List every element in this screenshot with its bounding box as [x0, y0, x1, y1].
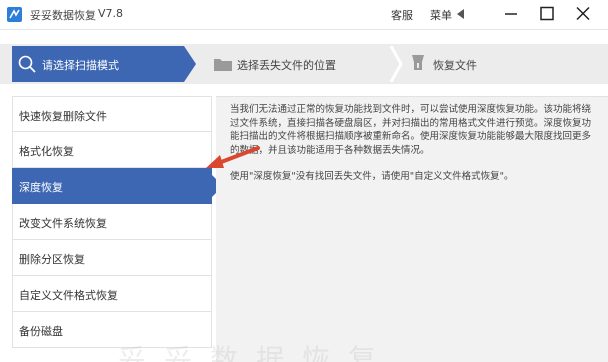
menu-arrow-icon[interactable] — [457, 9, 464, 19]
menu-item-label: 自定义文件格式恢复 — [19, 289, 118, 302]
description-text: 当我们无法通过正常的恢复功能找到文件时，可以尝试使用深度恢复功能。该功能将绕过文… — [230, 104, 592, 156]
menu-item-label: 格式化恢复 — [19, 145, 74, 158]
annotation-arrow-icon — [206, 146, 260, 168]
minimize-button[interactable] — [500, 4, 522, 24]
step-separator-icon — [389, 46, 403, 82]
service-button[interactable]: 客服 — [391, 7, 413, 23]
maximize-button[interactable] — [536, 4, 558, 24]
step-arrow — [184, 46, 196, 82]
menu-item-label: 深度恢复 — [19, 181, 63, 194]
menu-item-deep-recovery[interactable]: 深度恢复 — [12, 168, 223, 204]
close-button[interactable] — [572, 4, 594, 24]
menu-item-label: 备份磁盘 — [19, 325, 63, 338]
menu-item-custom-format-recovery[interactable]: 自定义文件格式恢复 — [12, 276, 212, 312]
app-window: 妥妥数据恢复 V7.8 客服 菜单 请选择扫描模式 选择丢失文件的位置 恢复文件… — [0, 0, 608, 362]
menu-item-label: 删除分区恢复 — [19, 253, 85, 266]
step-1-label: 请选择扫描模式 — [42, 59, 119, 72]
menu-item-label: 改变文件系统恢复 — [19, 217, 107, 230]
menu-item-label: 快速恢复删除文件 — [19, 110, 107, 123]
menu-item-format-recovery[interactable]: 格式化恢复 — [12, 132, 212, 168]
step-3-label: 恢复文件 — [433, 59, 477, 72]
menu-item-partition-recovery[interactable]: 删除分区恢复 — [12, 240, 212, 276]
app-title: 妥妥数据恢复 — [30, 9, 96, 22]
folder-icon — [214, 59, 232, 71]
menu-item-filesystem-recovery[interactable]: 改变文件系统恢复 — [12, 204, 212, 240]
app-version: V7.8 — [98, 7, 124, 20]
maximize-icon — [540, 6, 554, 21]
step-2-label: 选择丢失文件的位置 — [237, 59, 336, 72]
description-panel: 当我们无法通过正常的恢复功能找到文件时，可以尝试使用深度恢复功能。该功能将绕过文… — [216, 96, 608, 362]
menu-button[interactable]: 菜单 — [430, 7, 452, 23]
restore-icon — [412, 55, 424, 70]
close-icon — [576, 6, 590, 21]
title-bar: 妥妥数据恢复 V7.8 客服 菜单 — [0, 0, 608, 30]
minimize-icon — [505, 13, 517, 15]
scan-mode-menu: 快速恢复删除文件 格式化恢复 深度恢复 改变文件系统恢复 删除分区恢复 自定义文… — [12, 96, 223, 362]
watermark: 妥妥数据恢复 — [118, 343, 395, 362]
search-icon — [18, 55, 36, 73]
app-logo-icon — [7, 7, 22, 22]
menu-item-quick-recovery[interactable]: 快速恢复删除文件 — [12, 96, 212, 132]
description-hint: 使用"深度恢复"没有找回丢失文件，请使用"自定义文件格式恢复"。 — [230, 171, 514, 182]
